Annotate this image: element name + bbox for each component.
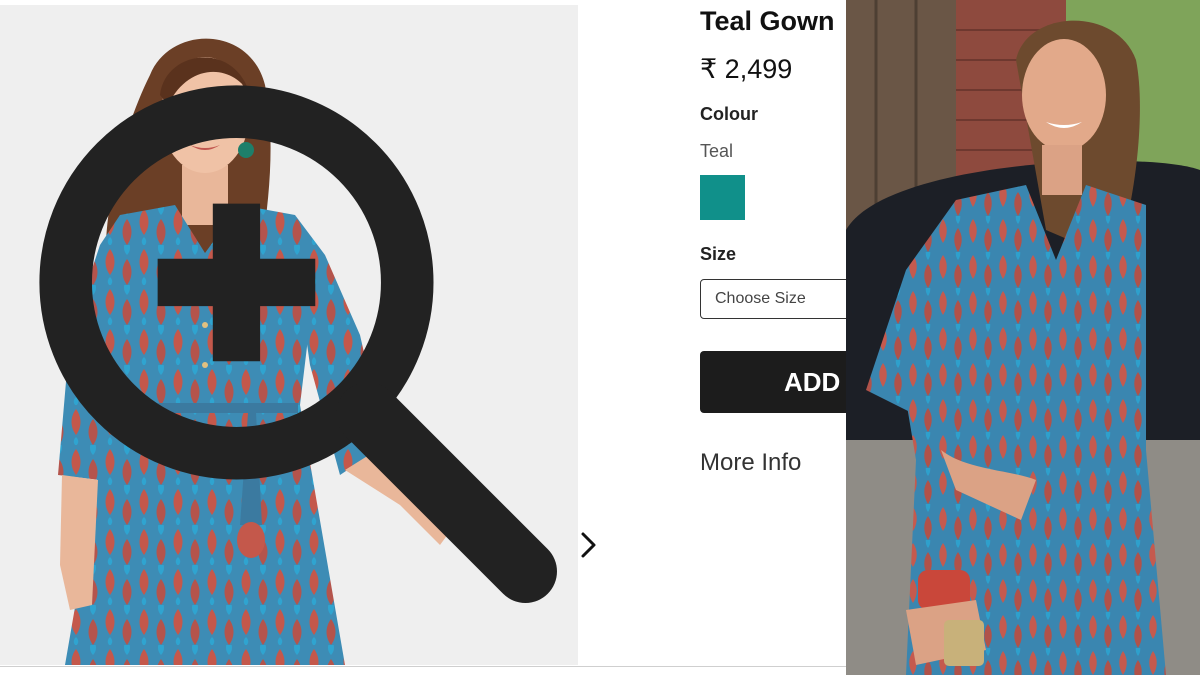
size-dropdown[interactable]: Choose Size	[700, 279, 846, 319]
colour-swatch-teal[interactable]	[700, 175, 745, 220]
celebrity-photo	[846, 0, 1200, 675]
add-to-bag-button[interactable]: ADD	[700, 351, 846, 413]
celebrity-illustration	[846, 0, 1200, 675]
selected-colour: Teal	[700, 141, 734, 161]
product-title: Teal Gown	[700, 6, 835, 36]
product-price: ₹ 2,499	[700, 54, 793, 84]
more-info-link[interactable]: More Info	[700, 449, 801, 477]
size-label: Size	[700, 244, 737, 264]
chevron-right-icon[interactable]	[574, 528, 602, 562]
product-image[interactable]	[0, 5, 578, 665]
colour-label: Colour	[700, 104, 758, 124]
product-info-panel: Teal Gown ₹ 2,499 Colour Teal Size Choos…	[700, 0, 846, 675]
zoom-in-icon[interactable]	[0, 5, 578, 665]
